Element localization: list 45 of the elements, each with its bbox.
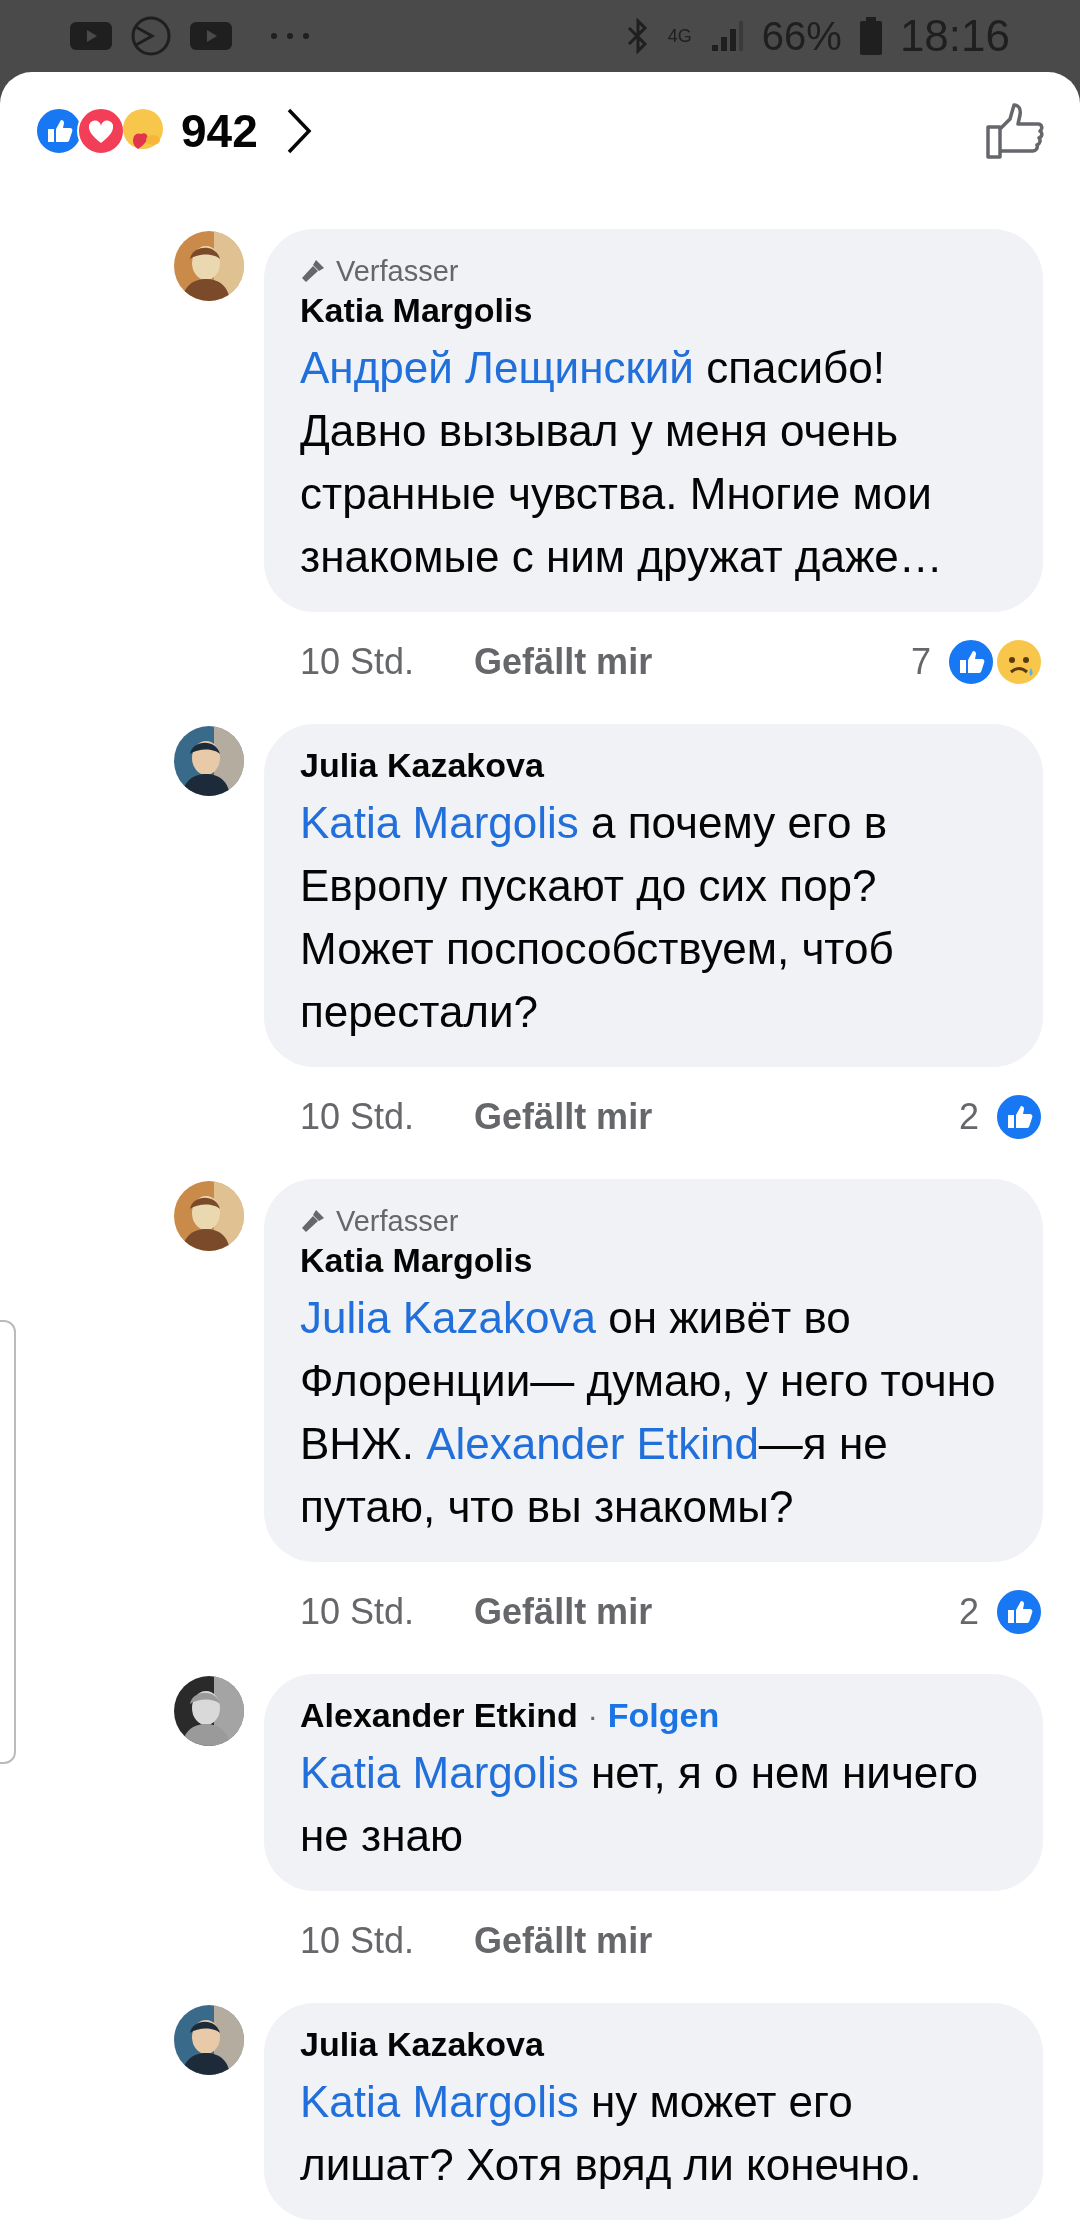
like-button[interactable]: Gefällt mir [474, 1591, 653, 1633]
mention-link[interactable]: Katia Margolis [300, 798, 579, 847]
follow-link[interactable]: Folgen [607, 1696, 720, 1735]
like-button[interactable]: Gefällt mir [474, 1096, 653, 1138]
comment-text: Katia Margolis а почему его в Европу пускают до сих пор? Может поспособствуем, чтоб перестали? [300, 797, 895, 1038]
play-circle-icon [130, 15, 172, 57]
mention-link[interactable]: Katia Margolis [300, 2077, 579, 2126]
author-name[interactable]: Julia Kazakova [300, 746, 544, 785]
chevron-right-icon[interactable] [285, 106, 312, 155]
author-name[interactable]: Katia Margolis [300, 291, 533, 330]
separator-dot: · [587, 1698, 598, 1733]
mention-link[interactable]: Katia Margolis [300, 1748, 579, 1797]
thumbs-up-icon [947, 638, 995, 686]
author-name[interactable]: Julia Kazakova [300, 2025, 544, 2064]
author-name[interactable]: Alexander Etkind [300, 1696, 578, 1735]
comment-time: 10 Std. [300, 1096, 415, 1138]
mention-link[interactable]: Julia Kazakova [300, 1293, 596, 1342]
comment-text: Андрей Лещинский спасибо! Давно вызывал у меня очень странные чувства. Многие мои знакомые с ним дружат даже… [300, 342, 944, 583]
sad-face-icon [995, 638, 1043, 686]
comment-time: 10 Std. [300, 1920, 415, 1962]
comment-time: 10 Std. [300, 641, 415, 683]
badge-label: Verfasser [336, 1204, 459, 1238]
thumbs-up-icon [995, 1093, 1043, 1141]
more-icon [270, 32, 310, 40]
signal-icon [709, 19, 744, 53]
reaction-count: 7 [910, 641, 931, 683]
video-icon [70, 22, 112, 50]
author-name[interactable]: Katia Margolis [300, 1241, 533, 1280]
reaction-count: 2 [958, 1591, 979, 1633]
comment-text: Katia Margolis нет, я о нем ничего не знаю [300, 1747, 979, 1862]
like-button[interactable]: Gefällt mir [474, 641, 653, 683]
comment-time: 10 Std. [300, 1591, 415, 1633]
video-icon [190, 22, 232, 50]
thumbs-up-icon[interactable] [985, 100, 1045, 161]
comment-text: Katia Margolis ну может его лишат? Хотя вряд ли конечно. [300, 2076, 923, 2191]
badge-label: Verfasser [336, 254, 459, 288]
mention-link[interactable]: Андрей Лещинский [300, 343, 694, 392]
reaction-count: 2 [958, 1096, 979, 1138]
mention-link[interactable]: Alexander Etkind [426, 1419, 759, 1468]
bluetooth-icon [625, 18, 650, 54]
thumbs-up-icon [995, 1588, 1043, 1636]
like-button[interactable]: Gefällt mir [474, 1920, 653, 1962]
reaction-total[interactable]: 942 [181, 103, 258, 158]
battery-icon [859, 17, 882, 55]
comment-text: Julia Kazakova он живёт во Флоренции— думаю, у него точно ВНЖ. Alexander Etkind—я не путаю, что вы знакомы? [300, 1292, 997, 1533]
